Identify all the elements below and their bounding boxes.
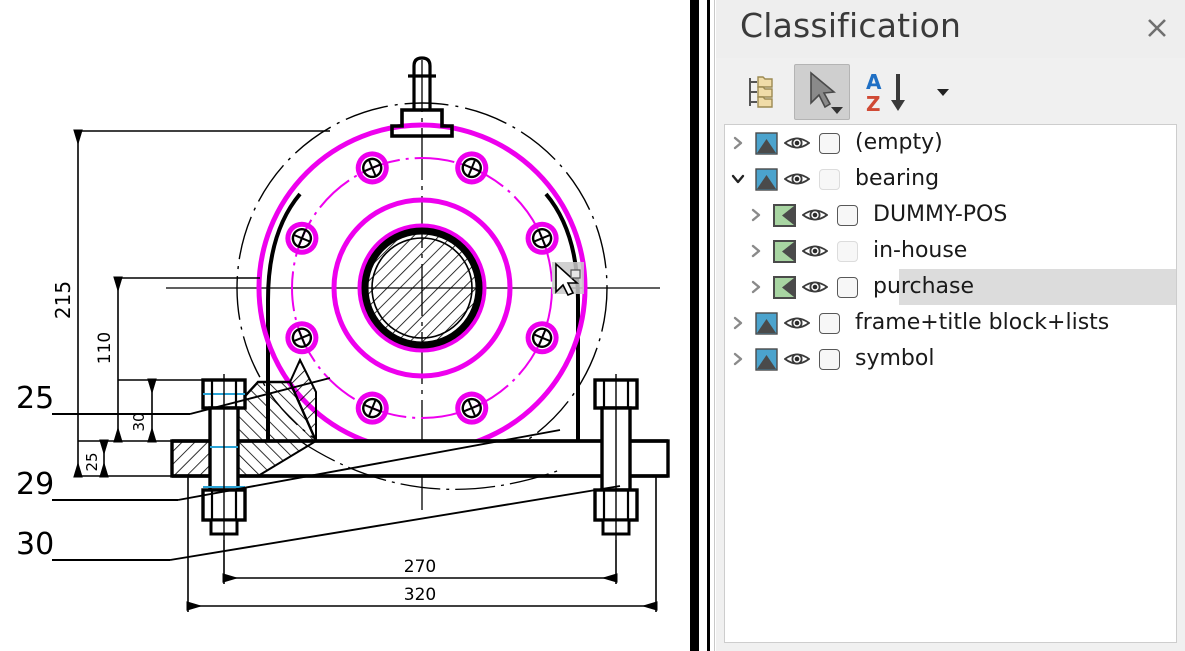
dimension-lines [78, 131, 656, 612]
row-checkbox[interactable] [831, 241, 863, 262]
tree-item-label: (empty) [845, 132, 1176, 154]
row-checkbox[interactable] [831, 205, 863, 226]
page-title: Classification [740, 6, 961, 45]
layer-icon-green [769, 204, 799, 227]
chevron-right-icon[interactable] [743, 207, 769, 223]
sort-az-icon[interactable]: A Z [862, 64, 920, 120]
tree-item-label: symbol [845, 348, 1176, 370]
svg-text:A: A [866, 70, 882, 94]
classification-tree-container[interactable]: (empty) bearing DUMMY-POS in-house purchase f… [724, 124, 1177, 643]
panel-titlebar: Classification [716, 0, 1185, 58]
tree-row[interactable]: DUMMY-POS [725, 197, 1176, 233]
shaft-bore-section [365, 231, 479, 345]
layer-icon-green [769, 240, 799, 263]
tree-row[interactable]: symbol [725, 341, 1176, 377]
balloon-30: 30 [16, 527, 54, 562]
mouse-cursor [552, 262, 584, 295]
bearing-housing-drawing: 215 110 30 25 270 320 25 [0, 0, 686, 651]
right-anchor-bolt [595, 374, 637, 540]
layer-icon-blue [751, 132, 781, 155]
chevron-right-icon[interactable] [725, 351, 751, 367]
balloon-numbers: 25 29 30 [16, 381, 54, 562]
dim-215: 215 [51, 281, 75, 319]
panel-edge-divider [714, 0, 715, 651]
dim-320: 320 [404, 585, 436, 605]
tree-row[interactable]: purchase [725, 269, 1176, 305]
chevron-right-icon[interactable] [725, 135, 751, 151]
chevron-right-icon[interactable] [725, 315, 751, 331]
classification-panel: Classification [716, 0, 1185, 651]
row-checkbox[interactable] [813, 169, 845, 190]
dim-270: 270 [404, 557, 436, 577]
tree-item-label: bearing [845, 168, 1176, 190]
dim-25: 25 [83, 452, 101, 471]
tree-item-label: DUMMY-POS [863, 204, 1176, 226]
viewport-border-thick [690, 0, 699, 651]
chevron-down-icon[interactable] [725, 171, 751, 187]
layer-icon-green [769, 276, 799, 299]
tree-row[interactable]: bearing [725, 161, 1176, 197]
classification-tree[interactable]: (empty) bearing DUMMY-POS in-house purchase f… [725, 125, 1176, 642]
chevron-right-icon[interactable] [743, 243, 769, 259]
visibility-eye-icon[interactable] [799, 278, 831, 296]
row-checkbox[interactable] [813, 349, 845, 370]
visibility-eye-icon[interactable] [781, 350, 813, 368]
visibility-eye-icon[interactable] [799, 206, 831, 224]
panel-toolbar: A Z [716, 58, 1185, 124]
balloon-29: 29 [16, 467, 54, 502]
row-checkbox[interactable] [831, 277, 863, 298]
dim-110: 110 [95, 332, 115, 364]
visibility-eye-icon[interactable] [781, 170, 813, 188]
row-checkbox[interactable] [813, 313, 845, 334]
chevron-right-icon[interactable] [743, 279, 769, 295]
svg-text:Z: Z [866, 92, 881, 115]
row-checkbox[interactable] [813, 133, 845, 154]
tree-row[interactable]: (empty) [725, 125, 1176, 161]
close-icon[interactable] [1137, 8, 1177, 48]
visibility-eye-icon[interactable] [781, 314, 813, 332]
tree-item-label: frame+title block+lists [845, 312, 1176, 334]
cad-drawing-viewport[interactable]: 215 110 30 25 270 320 25 [0, 0, 686, 651]
layer-icon-blue [751, 312, 781, 335]
tree-row[interactable]: frame+title block+lists [725, 305, 1176, 341]
dim-30: 30 [130, 412, 148, 431]
tree-item-label: in-house [863, 240, 1176, 262]
viewport-border-thin [707, 0, 710, 651]
visibility-eye-icon[interactable] [781, 134, 813, 152]
tree-item-label: purchase [863, 276, 1176, 298]
drawing-geometry: 215 110 30 25 270 320 25 [16, 58, 668, 612]
visibility-eye-icon[interactable] [799, 242, 831, 260]
layer-icon-blue [751, 348, 781, 371]
arrow-cursor-icon[interactable] [794, 64, 850, 120]
layer-icon-blue [751, 168, 781, 191]
chevron-down-icon[interactable] [928, 64, 958, 120]
tree-row[interactable]: in-house [725, 233, 1176, 269]
balloon-25: 25 [16, 381, 54, 416]
application-window: 215 110 30 25 270 320 25 [0, 0, 1185, 651]
tree-structure-icon[interactable] [738, 64, 786, 120]
left-anchor-bolt [203, 374, 245, 540]
